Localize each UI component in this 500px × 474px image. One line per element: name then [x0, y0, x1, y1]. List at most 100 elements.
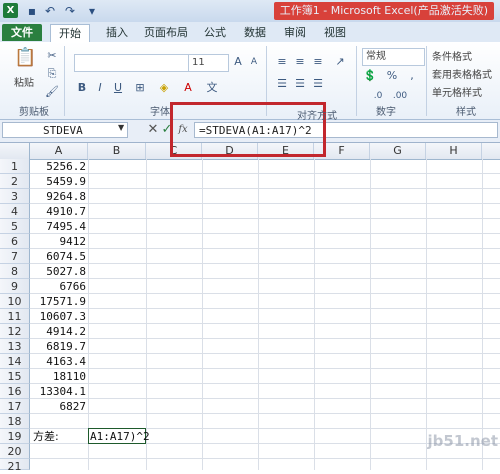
- cell-a7[interactable]: 6074.5: [30, 249, 86, 264]
- conditional-format-button[interactable]: 条件格式: [432, 48, 472, 63]
- row-header[interactable]: 1: [0, 159, 30, 174]
- cut-icon[interactable]: ✂: [44, 48, 60, 64]
- row-header[interactable]: 14: [0, 354, 30, 369]
- number-format-select[interactable]: 常规: [362, 48, 425, 66]
- cancel-icon[interactable]: ✕: [146, 123, 160, 137]
- align-top-icon[interactable]: ≡: [274, 54, 290, 70]
- column-header-h[interactable]: H: [426, 143, 482, 159]
- paste-icon[interactable]: 📋: [14, 49, 36, 72]
- cell-a15[interactable]: 18110: [30, 369, 86, 384]
- redo-icon[interactable]: ↷: [62, 3, 78, 19]
- tab-home[interactable]: 开始: [50, 24, 90, 43]
- align-center-icon[interactable]: ☰: [292, 76, 308, 92]
- cell-a6[interactable]: 9412: [30, 234, 87, 249]
- customize-icon[interactable]: ▾: [84, 3, 100, 19]
- column-header-g[interactable]: G: [370, 143, 426, 159]
- row-header[interactable]: 12: [0, 324, 30, 339]
- cell-a4[interactable]: 4910.7: [30, 204, 86, 219]
- row-header[interactable]: 7: [0, 249, 30, 264]
- cell-a11[interactable]: 10607.3: [30, 309, 86, 324]
- row-header[interactable]: 10: [0, 294, 30, 309]
- undo-icon[interactable]: ↶: [42, 3, 58, 19]
- row-header[interactable]: 4: [0, 204, 30, 219]
- save-icon[interactable]: ▪: [24, 3, 40, 19]
- row-header[interactable]: 18: [0, 414, 30, 429]
- select-all-corner[interactable]: [0, 143, 30, 159]
- fill-color-icon[interactable]: ◈: [156, 80, 172, 96]
- decrease-decimal-icon[interactable]: .00: [392, 88, 408, 104]
- cell-a3[interactable]: 9264.8: [30, 189, 86, 204]
- comma-style-icon[interactable]: ,: [404, 68, 420, 84]
- row-header[interactable]: 11: [0, 309, 30, 324]
- row-header[interactable]: 16: [0, 384, 30, 399]
- cell-b19-editing[interactable]: A1:A17)^2: [88, 428, 150, 444]
- tab-review[interactable]: 审阅: [276, 24, 314, 41]
- row-header[interactable]: 9: [0, 279, 30, 294]
- cell-a16[interactable]: 13304.1: [30, 384, 86, 399]
- column-header-a[interactable]: A: [30, 143, 88, 159]
- align-right-icon[interactable]: ☰: [310, 76, 326, 92]
- column-header-b[interactable]: B: [88, 143, 146, 159]
- row-header[interactable]: 8: [0, 264, 30, 279]
- percent-icon[interactable]: %: [384, 68, 400, 84]
- row-header[interactable]: 15: [0, 369, 30, 384]
- paste-button[interactable]: 粘贴: [14, 74, 34, 89]
- font-color-icon[interactable]: A: [180, 80, 196, 96]
- column-header-c[interactable]: C: [146, 143, 202, 159]
- tab-file[interactable]: 文件: [2, 24, 42, 41]
- orientation-icon[interactable]: ↗: [332, 54, 348, 70]
- align-left-icon[interactable]: ☰: [274, 76, 290, 92]
- tab-insert[interactable]: 插入: [98, 24, 136, 41]
- column-header-d[interactable]: D: [202, 143, 258, 159]
- chevron-down-icon[interactable]: ▼: [118, 123, 124, 132]
- cell-a2[interactable]: 5459.9: [30, 174, 86, 189]
- cell-a14[interactable]: 4163.4: [30, 354, 86, 369]
- cell-styles-button[interactable]: 单元格样式: [432, 84, 482, 99]
- format-as-table-button[interactable]: 套用表格格式: [432, 66, 492, 81]
- gridline: [30, 323, 500, 324]
- row-header[interactable]: 6: [0, 234, 30, 249]
- tab-page-layout[interactable]: 页面布局: [136, 24, 196, 41]
- cell-a12[interactable]: 4914.2: [30, 324, 86, 339]
- font-name-select[interactable]: [74, 54, 189, 72]
- cell-a19[interactable]: 方差:: [33, 429, 87, 444]
- cell-a17[interactable]: 6827: [30, 399, 87, 414]
- copy-icon[interactable]: ⎘: [44, 66, 60, 82]
- name-box[interactable]: STDEVA: [2, 122, 128, 138]
- borders-icon[interactable]: ⊞: [132, 80, 148, 96]
- align-bottom-icon[interactable]: ≡: [310, 54, 326, 70]
- gridline: [482, 159, 483, 470]
- row-header[interactable]: 3: [0, 189, 30, 204]
- phonetic-icon[interactable]: 文: [204, 80, 220, 96]
- excel-app-icon[interactable]: X: [3, 3, 18, 18]
- gridline: [88, 159, 89, 470]
- cell-a10[interactable]: 17571.9: [30, 294, 86, 309]
- row-header[interactable]: 21: [0, 459, 30, 473]
- grow-font-icon[interactable]: A: [230, 54, 246, 70]
- align-middle-icon[interactable]: ≡: [292, 54, 308, 70]
- cell-a13[interactable]: 6819.7: [30, 339, 86, 354]
- row-header[interactable]: 20: [0, 444, 30, 459]
- row-header[interactable]: 13: [0, 339, 30, 354]
- underline-icon[interactable]: U: [110, 80, 126, 96]
- cell-a8[interactable]: 5027.8: [30, 264, 86, 279]
- enter-icon[interactable]: ✓: [160, 123, 174, 137]
- increase-decimal-icon[interactable]: .0: [370, 88, 386, 104]
- insert-function-icon[interactable]: fx: [176, 123, 190, 137]
- cell-a5[interactable]: 7495.4: [30, 219, 86, 234]
- tab-view[interactable]: 视图: [316, 24, 354, 41]
- row-header[interactable]: 2: [0, 174, 30, 189]
- shrink-font-icon[interactable]: A: [246, 54, 262, 70]
- tab-formulas[interactable]: 公式: [196, 24, 234, 41]
- format-painter-icon[interactable]: 🖌: [44, 84, 60, 100]
- cell-a9[interactable]: 6766: [30, 279, 87, 294]
- bold-icon[interactable]: B: [74, 80, 90, 96]
- row-header[interactable]: 5: [0, 219, 30, 234]
- currency-icon[interactable]: 💲: [362, 68, 378, 84]
- cell-a1[interactable]: 5256.2: [30, 159, 86, 174]
- row-header[interactable]: 19: [0, 429, 30, 444]
- italic-icon[interactable]: I: [92, 80, 108, 96]
- row-header[interactable]: 17: [0, 399, 30, 414]
- font-size-select[interactable]: 11: [188, 54, 229, 72]
- tab-data[interactable]: 数据: [236, 24, 274, 41]
